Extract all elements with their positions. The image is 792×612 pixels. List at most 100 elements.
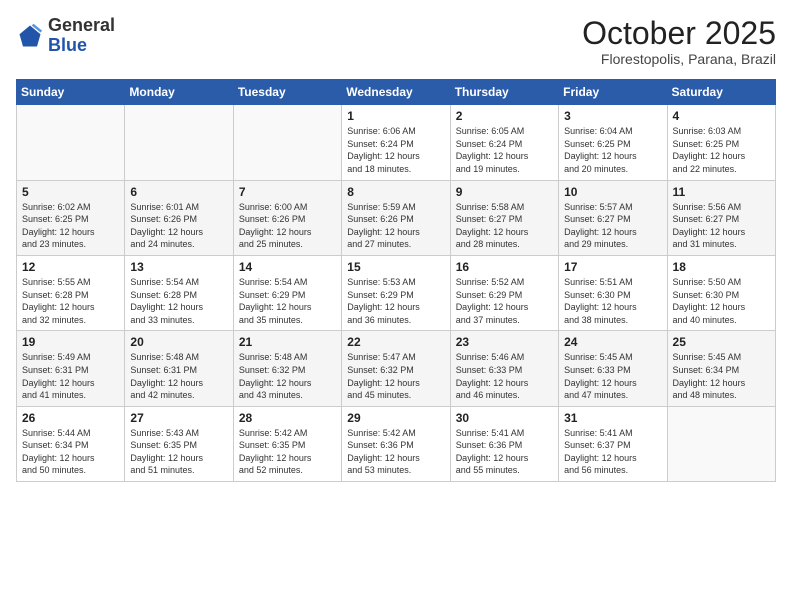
calendar-cell: 8Sunrise: 5:59 AMSunset: 6:26 PMDaylight…	[342, 180, 450, 255]
title-block: October 2025 Florestopolis, Parana, Braz…	[582, 16, 776, 67]
day-number: 2	[456, 109, 553, 123]
day-number: 21	[239, 335, 336, 349]
calendar-week-row: 19 Sunrise: 5:49 AMSunset: 6:31 PMDayligh…	[17, 331, 776, 406]
day-number: 9	[456, 185, 553, 199]
day-number: 19	[22, 335, 119, 349]
calendar-cell: 15 Sunrise: 5:53 AMSunset: 6:29 PMDayligh…	[342, 255, 450, 330]
day-number: 7	[239, 185, 336, 199]
day-info: Sunrise: 6:05 AMSunset: 6:24 PMDaylight:…	[456, 125, 553, 175]
day-info: Sunrise: 5:57 AMSunset: 6:27 PMDaylight:…	[564, 201, 661, 251]
day-info: Sunrise: 5:43 AMSunset: 6:35 PMDaylight:…	[130, 427, 227, 477]
weekday-header-row: SundayMondayTuesdayWednesdayThursdayFrid…	[17, 80, 776, 105]
day-number: 20	[130, 335, 227, 349]
day-info: Sunrise: 6:00 AMSunset: 6:26 PMDaylight:…	[239, 201, 336, 251]
day-info: Sunrise: 5:52 AMSunset: 6:29 PMDaylight:…	[456, 276, 553, 326]
calendar-cell: 22Sunrise: 5:47 AMSunset: 6:32 PMDayligh…	[342, 331, 450, 406]
calendar-cell	[125, 105, 233, 180]
calendar-cell: 2 Sunrise: 6:05 AMSunset: 6:24 PMDaylight…	[450, 105, 558, 180]
day-info: Sunrise: 5:58 AMSunset: 6:27 PMDaylight:…	[456, 201, 553, 251]
calendar-week-row: 26Sunrise: 5:44 AMSunset: 6:34 PMDayligh…	[17, 406, 776, 481]
calendar-cell: 25 Sunrise: 5:45 AMSunset: 6:34 PMDayligh…	[667, 331, 775, 406]
calendar-week-row: 12Sunrise: 5:55 AMSunset: 6:28 PMDayligh…	[17, 255, 776, 330]
calendar-cell	[17, 105, 125, 180]
page-header: General Blue October 2025 Florestopolis,…	[16, 16, 776, 67]
calendar-cell: 24Sunrise: 5:45 AMSunset: 6:33 PMDayligh…	[559, 331, 667, 406]
calendar-cell: 27 Sunrise: 5:43 AMSunset: 6:35 PMDayligh…	[125, 406, 233, 481]
day-number: 1	[347, 109, 444, 123]
day-info: Sunrise: 5:42 AMSunset: 6:36 PMDaylight:…	[347, 427, 444, 477]
day-info: Sunrise: 6:03 AMSunset: 6:25 PMDaylight:…	[673, 125, 770, 175]
calendar-cell: 6Sunrise: 6:01 AMSunset: 6:26 PMDaylight…	[125, 180, 233, 255]
calendar-cell: 1 Sunrise: 6:06 AMSunset: 6:24 PMDaylight…	[342, 105, 450, 180]
day-info: Sunrise: 5:41 AMSunset: 6:36 PMDaylight:…	[456, 427, 553, 477]
day-info: Sunrise: 5:53 AMSunset: 6:29 PMDaylight:…	[347, 276, 444, 326]
month-title: October 2025	[582, 16, 776, 51]
calendar-cell: 16 Sunrise: 5:52 AMSunset: 6:29 PMDayligh…	[450, 255, 558, 330]
day-info: Sunrise: 5:42 AMSunset: 6:35 PMDaylight:…	[239, 427, 336, 477]
day-number: 14	[239, 260, 336, 274]
day-info: Sunrise: 5:56 AMSunset: 6:27 PMDaylight:…	[673, 201, 770, 251]
weekday-header: Sunday	[17, 80, 125, 105]
calendar-cell: 30 Sunrise: 5:41 AMSunset: 6:36 PMDayligh…	[450, 406, 558, 481]
calendar-cell: 26Sunrise: 5:44 AMSunset: 6:34 PMDayligh…	[17, 406, 125, 481]
day-info: Sunrise: 6:01 AMSunset: 6:26 PMDaylight:…	[130, 201, 227, 251]
calendar-cell	[233, 105, 341, 180]
calendar-cell: 5Sunrise: 6:02 AMSunset: 6:25 PMDaylight…	[17, 180, 125, 255]
weekday-header: Monday	[125, 80, 233, 105]
logo-icon	[16, 22, 44, 50]
day-number: 30	[456, 411, 553, 425]
location-text: Florestopolis, Parana, Brazil	[582, 51, 776, 67]
day-number: 31	[564, 411, 661, 425]
calendar-cell: 31 Sunrise: 5:41 AMSunset: 6:37 PMDayligh…	[559, 406, 667, 481]
day-info: Sunrise: 6:04 AMSunset: 6:25 PMDaylight:…	[564, 125, 661, 175]
day-info: Sunrise: 6:06 AMSunset: 6:24 PMDaylight:…	[347, 125, 444, 175]
day-info: Sunrise: 5:44 AMSunset: 6:34 PMDaylight:…	[22, 427, 119, 477]
day-info: Sunrise: 5:45 AMSunset: 6:34 PMDaylight:…	[673, 351, 770, 401]
day-info: Sunrise: 5:48 AMSunset: 6:31 PMDaylight:…	[130, 351, 227, 401]
calendar-week-row: 5Sunrise: 6:02 AMSunset: 6:25 PMDaylight…	[17, 180, 776, 255]
calendar-cell: 23Sunrise: 5:46 AMSunset: 6:33 PMDayligh…	[450, 331, 558, 406]
calendar-cell: 18Sunrise: 5:50 AMSunset: 6:30 PMDayligh…	[667, 255, 775, 330]
day-info: Sunrise: 5:54 AMSunset: 6:29 PMDaylight:…	[239, 276, 336, 326]
day-number: 25	[673, 335, 770, 349]
day-info: Sunrise: 5:47 AMSunset: 6:32 PMDaylight:…	[347, 351, 444, 401]
day-info: Sunrise: 5:54 AMSunset: 6:28 PMDaylight:…	[130, 276, 227, 326]
weekday-header: Saturday	[667, 80, 775, 105]
calendar-cell: 28 Sunrise: 5:42 AMSunset: 6:35 PMDayligh…	[233, 406, 341, 481]
day-number: 16	[456, 260, 553, 274]
day-number: 10	[564, 185, 661, 199]
calendar-cell: 9 Sunrise: 5:58 AMSunset: 6:27 PMDaylight…	[450, 180, 558, 255]
calendar-cell: 10 Sunrise: 5:57 AMSunset: 6:27 PMDayligh…	[559, 180, 667, 255]
day-number: 28	[239, 411, 336, 425]
calendar-body: 1 Sunrise: 6:06 AMSunset: 6:24 PMDaylight…	[17, 105, 776, 482]
day-number: 8	[347, 185, 444, 199]
day-info: Sunrise: 5:41 AMSunset: 6:37 PMDaylight:…	[564, 427, 661, 477]
day-number: 29	[347, 411, 444, 425]
calendar-cell: 21 Sunrise: 5:48 AMSunset: 6:32 PMDayligh…	[233, 331, 341, 406]
day-number: 24	[564, 335, 661, 349]
day-number: 17	[564, 260, 661, 274]
calendar-cell: 17 Sunrise: 5:51 AMSunset: 6:30 PMDayligh…	[559, 255, 667, 330]
calendar-cell: 3 Sunrise: 6:04 AMSunset: 6:25 PMDaylight…	[559, 105, 667, 180]
weekday-header: Wednesday	[342, 80, 450, 105]
weekday-header: Thursday	[450, 80, 558, 105]
weekday-header: Tuesday	[233, 80, 341, 105]
calendar-cell: 20 Sunrise: 5:48 AMSunset: 6:31 PMDayligh…	[125, 331, 233, 406]
day-number: 27	[130, 411, 227, 425]
calendar-cell: 12Sunrise: 5:55 AMSunset: 6:28 PMDayligh…	[17, 255, 125, 330]
calendar-cell: 29 Sunrise: 5:42 AMSunset: 6:36 PMDayligh…	[342, 406, 450, 481]
day-info: Sunrise: 5:49 AMSunset: 6:31 PMDaylight:…	[22, 351, 119, 401]
day-number: 13	[130, 260, 227, 274]
day-info: Sunrise: 5:50 AMSunset: 6:30 PMDaylight:…	[673, 276, 770, 326]
calendar-cell: 7 Sunrise: 6:00 AMSunset: 6:26 PMDaylight…	[233, 180, 341, 255]
day-info: Sunrise: 5:51 AMSunset: 6:30 PMDaylight:…	[564, 276, 661, 326]
logo-general-text: General	[48, 15, 115, 35]
day-number: 3	[564, 109, 661, 123]
day-info: Sunrise: 5:48 AMSunset: 6:32 PMDaylight:…	[239, 351, 336, 401]
calendar-cell: 13 Sunrise: 5:54 AMSunset: 6:28 PMDayligh…	[125, 255, 233, 330]
day-info: Sunrise: 5:55 AMSunset: 6:28 PMDaylight:…	[22, 276, 119, 326]
calendar-cell: 11Sunrise: 5:56 AMSunset: 6:27 PMDayligh…	[667, 180, 775, 255]
logo-blue-text: Blue	[48, 35, 87, 55]
calendar-week-row: 1 Sunrise: 6:06 AMSunset: 6:24 PMDaylight…	[17, 105, 776, 180]
day-number: 15	[347, 260, 444, 274]
